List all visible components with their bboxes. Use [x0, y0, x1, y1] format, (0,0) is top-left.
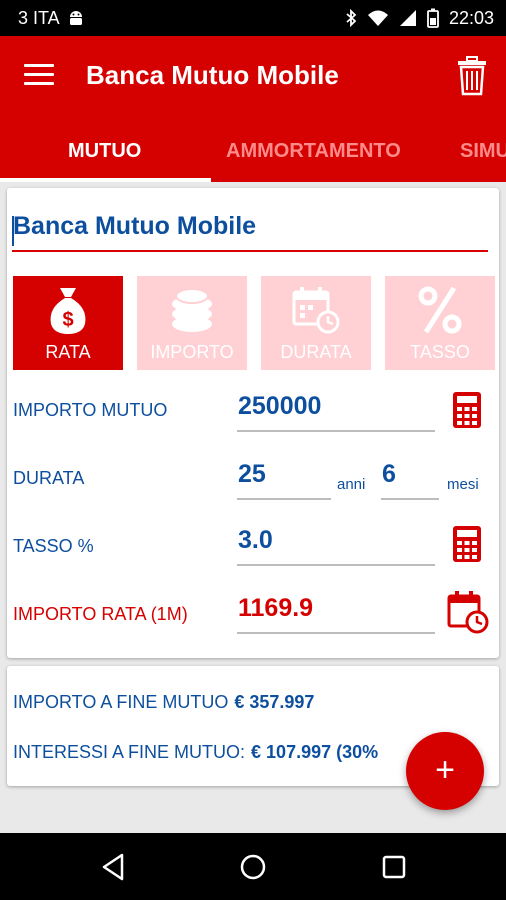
- importo-fine-mutuo-label: IMPORTO A FINE MUTUO: [13, 692, 229, 712]
- durata-mesi-input[interactable]: 6: [381, 460, 439, 500]
- calculator-icon[interactable]: [452, 525, 482, 563]
- calendar-clock-icon: [292, 287, 340, 334]
- app-bar: Banca Mutuo Mobile MUTUO AMMORTAMENTO SI…: [0, 36, 506, 182]
- mode-durata-button[interactable]: DURATA: [261, 276, 371, 370]
- money-bag-icon: $: [50, 288, 86, 334]
- mode-tasso-button[interactable]: TASSO: [385, 276, 495, 370]
- recents-icon[interactable]: [374, 851, 414, 883]
- battery-icon: [427, 8, 439, 28]
- status-bar: 3 ITA 22:03: [0, 0, 506, 36]
- tab-bar: MUTUO AMMORTAMENTO SIMU: [0, 132, 506, 182]
- interessi-fine-mutuo-label: INTERESSI A FINE MUTUO:: [13, 742, 246, 762]
- mode-rata-button[interactable]: $ RATA: [13, 276, 123, 370]
- navigation-bar: [0, 833, 506, 900]
- signal-icon: [399, 10, 416, 26]
- mode-importo-button[interactable]: IMPORTO: [137, 276, 247, 370]
- mesi-unit: mesi: [447, 476, 479, 493]
- interessi-fine-mutuo-row: INTERESSI A FINE MUTUO: € 107.997 (30%: [13, 742, 378, 763]
- importo-mutuo-input[interactable]: 250000: [237, 392, 435, 432]
- add-fab-button[interactable]: +: [406, 732, 484, 810]
- mortgage-name-input[interactable]: Banca Mutuo Mobile: [12, 212, 488, 252]
- tab-simulazione[interactable]: SIMU: [460, 132, 506, 182]
- calculator-icon[interactable]: [452, 391, 482, 429]
- mode-durata-label: DURATA: [280, 342, 352, 362]
- tasso-input[interactable]: 3.0: [237, 526, 435, 566]
- wifi-icon: [367, 10, 388, 26]
- bluetooth-icon: [346, 9, 357, 27]
- mode-importo-label: IMPORTO: [150, 342, 234, 362]
- app-title: Banca Mutuo Mobile: [86, 60, 339, 90]
- durata-label: DURATA: [13, 468, 85, 488]
- percent-icon: [418, 286, 462, 334]
- tab-indicator: [0, 178, 211, 182]
- importo-rata-output[interactable]: 1169.9: [237, 594, 435, 634]
- carrier-name: 3 ITA: [18, 7, 60, 28]
- menu-icon[interactable]: [24, 64, 54, 86]
- tab-ammortamento[interactable]: AMMORTAMENTO: [226, 132, 401, 182]
- anni-unit: anni: [337, 476, 366, 493]
- calendar-clock-icon[interactable]: [447, 590, 489, 634]
- svg-text:$: $: [62, 309, 73, 331]
- importo-fine-mutuo-row: IMPORTO A FINE MUTUO € 357.997: [13, 692, 314, 713]
- tasso-label: TASSO %: [13, 536, 94, 556]
- mode-rata-label: RATA: [45, 342, 91, 362]
- android-debug-icon: [69, 11, 82, 25]
- importo-fine-mutuo-value: € 357.997: [234, 692, 315, 712]
- home-icon[interactable]: [233, 851, 273, 883]
- mortgage-form-card: Banca Mutuo Mobile $ RATA IMPORTO DURATA…: [7, 188, 499, 658]
- mode-tasso-label: TASSO: [410, 342, 470, 362]
- trash-icon[interactable]: [456, 56, 488, 96]
- tab-mutuo[interactable]: MUTUO: [68, 132, 141, 182]
- interessi-fine-mutuo-value: € 107.997 (30%: [251, 742, 379, 762]
- clock: 22:03: [448, 7, 494, 28]
- coins-icon: [172, 288, 212, 332]
- importo-rata-label: IMPORTO RATA (1M): [13, 604, 188, 624]
- durata-anni-input[interactable]: 25: [237, 460, 331, 500]
- back-icon[interactable]: [94, 851, 134, 883]
- importo-mutuo-label: IMPORTO MUTUO: [13, 400, 168, 420]
